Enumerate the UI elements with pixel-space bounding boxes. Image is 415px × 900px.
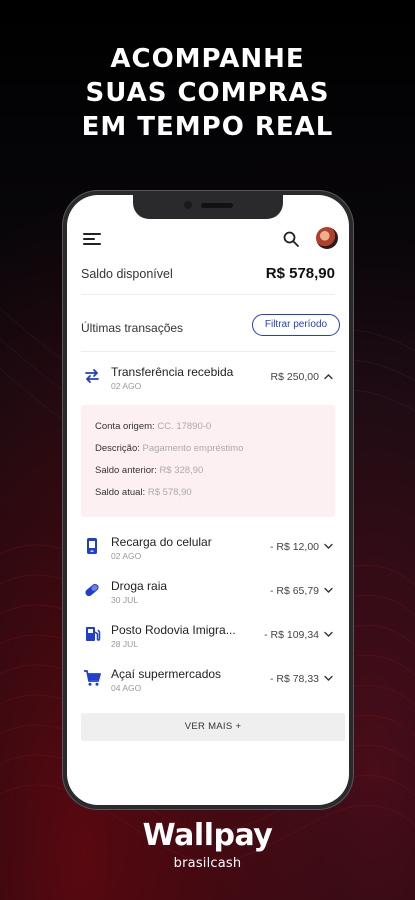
detail-current-balance: Saldo atual: R$ 578,90 — [95, 487, 192, 498]
detail-origin-value: CC. 17890-0 — [157, 421, 212, 432]
speaker-grille — [201, 203, 233, 208]
chevron-up-icon[interactable] — [324, 373, 333, 380]
transfer-icon — [85, 369, 99, 383]
transaction-row-transfer[interactable]: Transferência recebida 02 AGO R$ 250,00 — [67, 359, 349, 399]
transaction-name: Posto Rodovia Imigra... — [111, 623, 236, 637]
headline-line-3: EM TEMPO REAL — [81, 112, 334, 142]
transaction-date: 02 AGO — [111, 551, 142, 561]
headline-line-2: SUAS COMPRAS — [85, 78, 330, 108]
transaction-date: 02 AGO — [111, 381, 142, 391]
detail-origin-label: Conta origem: — [95, 421, 155, 432]
pill-icon — [85, 583, 99, 597]
camera-dot — [184, 201, 192, 209]
transaction-amount: - R$ 109,34 — [264, 629, 319, 641]
phone-icon — [87, 538, 97, 554]
balance-row: Saldo disponível R$ 578,90 — [81, 259, 335, 295]
transaction-amount: R$ 250,00 — [270, 371, 319, 383]
phone-notch — [133, 195, 283, 219]
transaction-date: 28 JUL — [111, 639, 138, 649]
transaction-name: Recarga do celular — [111, 535, 212, 549]
phone-frame: Saldo disponível R$ 578,90 Últimas trans… — [62, 190, 354, 810]
detail-desc-value: Pagamento empréstimo — [142, 443, 244, 454]
chevron-down-icon[interactable] — [324, 631, 333, 638]
chevron-down-icon[interactable] — [324, 675, 333, 682]
detail-prev-value: R$ 328,90 — [159, 465, 204, 476]
transaction-name: Açaí supermercados — [111, 667, 222, 681]
avatar[interactable] — [316, 227, 338, 249]
transaction-row-supermarket[interactable]: Açaí supermercados 04 AGO - R$ 78,33 — [67, 661, 349, 701]
transaction-name: Droga raia — [111, 579, 168, 593]
detail-curr-value: R$ 578,90 — [147, 487, 192, 498]
transaction-row-pharmacy[interactable]: Droga raia 30 JUL - R$ 65,79 — [67, 573, 349, 613]
headline-line-1: ACOMPANHE — [110, 44, 305, 74]
transaction-amount: - R$ 78,33 — [269, 673, 319, 685]
filter-period-button[interactable]: Filtrar período — [252, 314, 340, 336]
chevron-down-icon[interactable] — [324, 587, 333, 594]
hamburger-menu-icon[interactable] — [83, 233, 101, 245]
transaction-date: 30 JUL — [111, 595, 138, 605]
search-icon[interactable] — [282, 230, 300, 248]
cart-icon — [84, 670, 101, 686]
brand-name: Wallpay — [142, 818, 273, 853]
detail-previous-balance: Saldo anterior: R$ 328,90 — [95, 465, 203, 476]
balance-value: R$ 578,90 — [265, 265, 335, 282]
detail-description: Descrição: Pagamento empréstimo — [95, 443, 243, 454]
divider — [81, 351, 335, 352]
detail-curr-label: Saldo atual: — [95, 487, 146, 498]
transaction-details-panel: Conta origem: CC. 17890-0 Descrição: Pag… — [81, 405, 335, 517]
brand-subtitle: brasilcash — [173, 856, 242, 871]
transaction-name: Transferência recebida — [111, 365, 234, 379]
headline: ACOMPANHE SUAS COMPRAS EM TEMPO REAL — [0, 42, 415, 144]
transaction-row-phone-topup[interactable]: Recarga do celular 02 AGO - R$ 12,00 — [67, 529, 349, 569]
transactions-title: Últimas transações — [81, 321, 184, 335]
chevron-down-icon[interactable] — [324, 543, 333, 550]
app-topbar — [67, 225, 349, 251]
transaction-amount: - R$ 12,00 — [269, 541, 319, 553]
see-more-button[interactable]: VER MAIS + — [81, 713, 345, 741]
brand-logo: Wallpay brasilcash — [0, 818, 415, 871]
fuel-icon — [86, 627, 101, 641]
transaction-row-gas-station[interactable]: Posto Rodovia Imigra... 28 JUL - R$ 109,… — [67, 617, 349, 657]
detail-desc-label: Descrição: — [95, 443, 140, 454]
transaction-date: 04 AGO — [111, 683, 142, 693]
detail-origin: Conta origem: CC. 17890-0 — [95, 421, 211, 432]
balance-label: Saldo disponível — [81, 267, 173, 281]
phone-screen: Saldo disponível R$ 578,90 Últimas trans… — [67, 195, 349, 805]
detail-prev-label: Saldo anterior: — [95, 465, 157, 476]
transaction-amount: - R$ 65,79 — [269, 585, 319, 597]
